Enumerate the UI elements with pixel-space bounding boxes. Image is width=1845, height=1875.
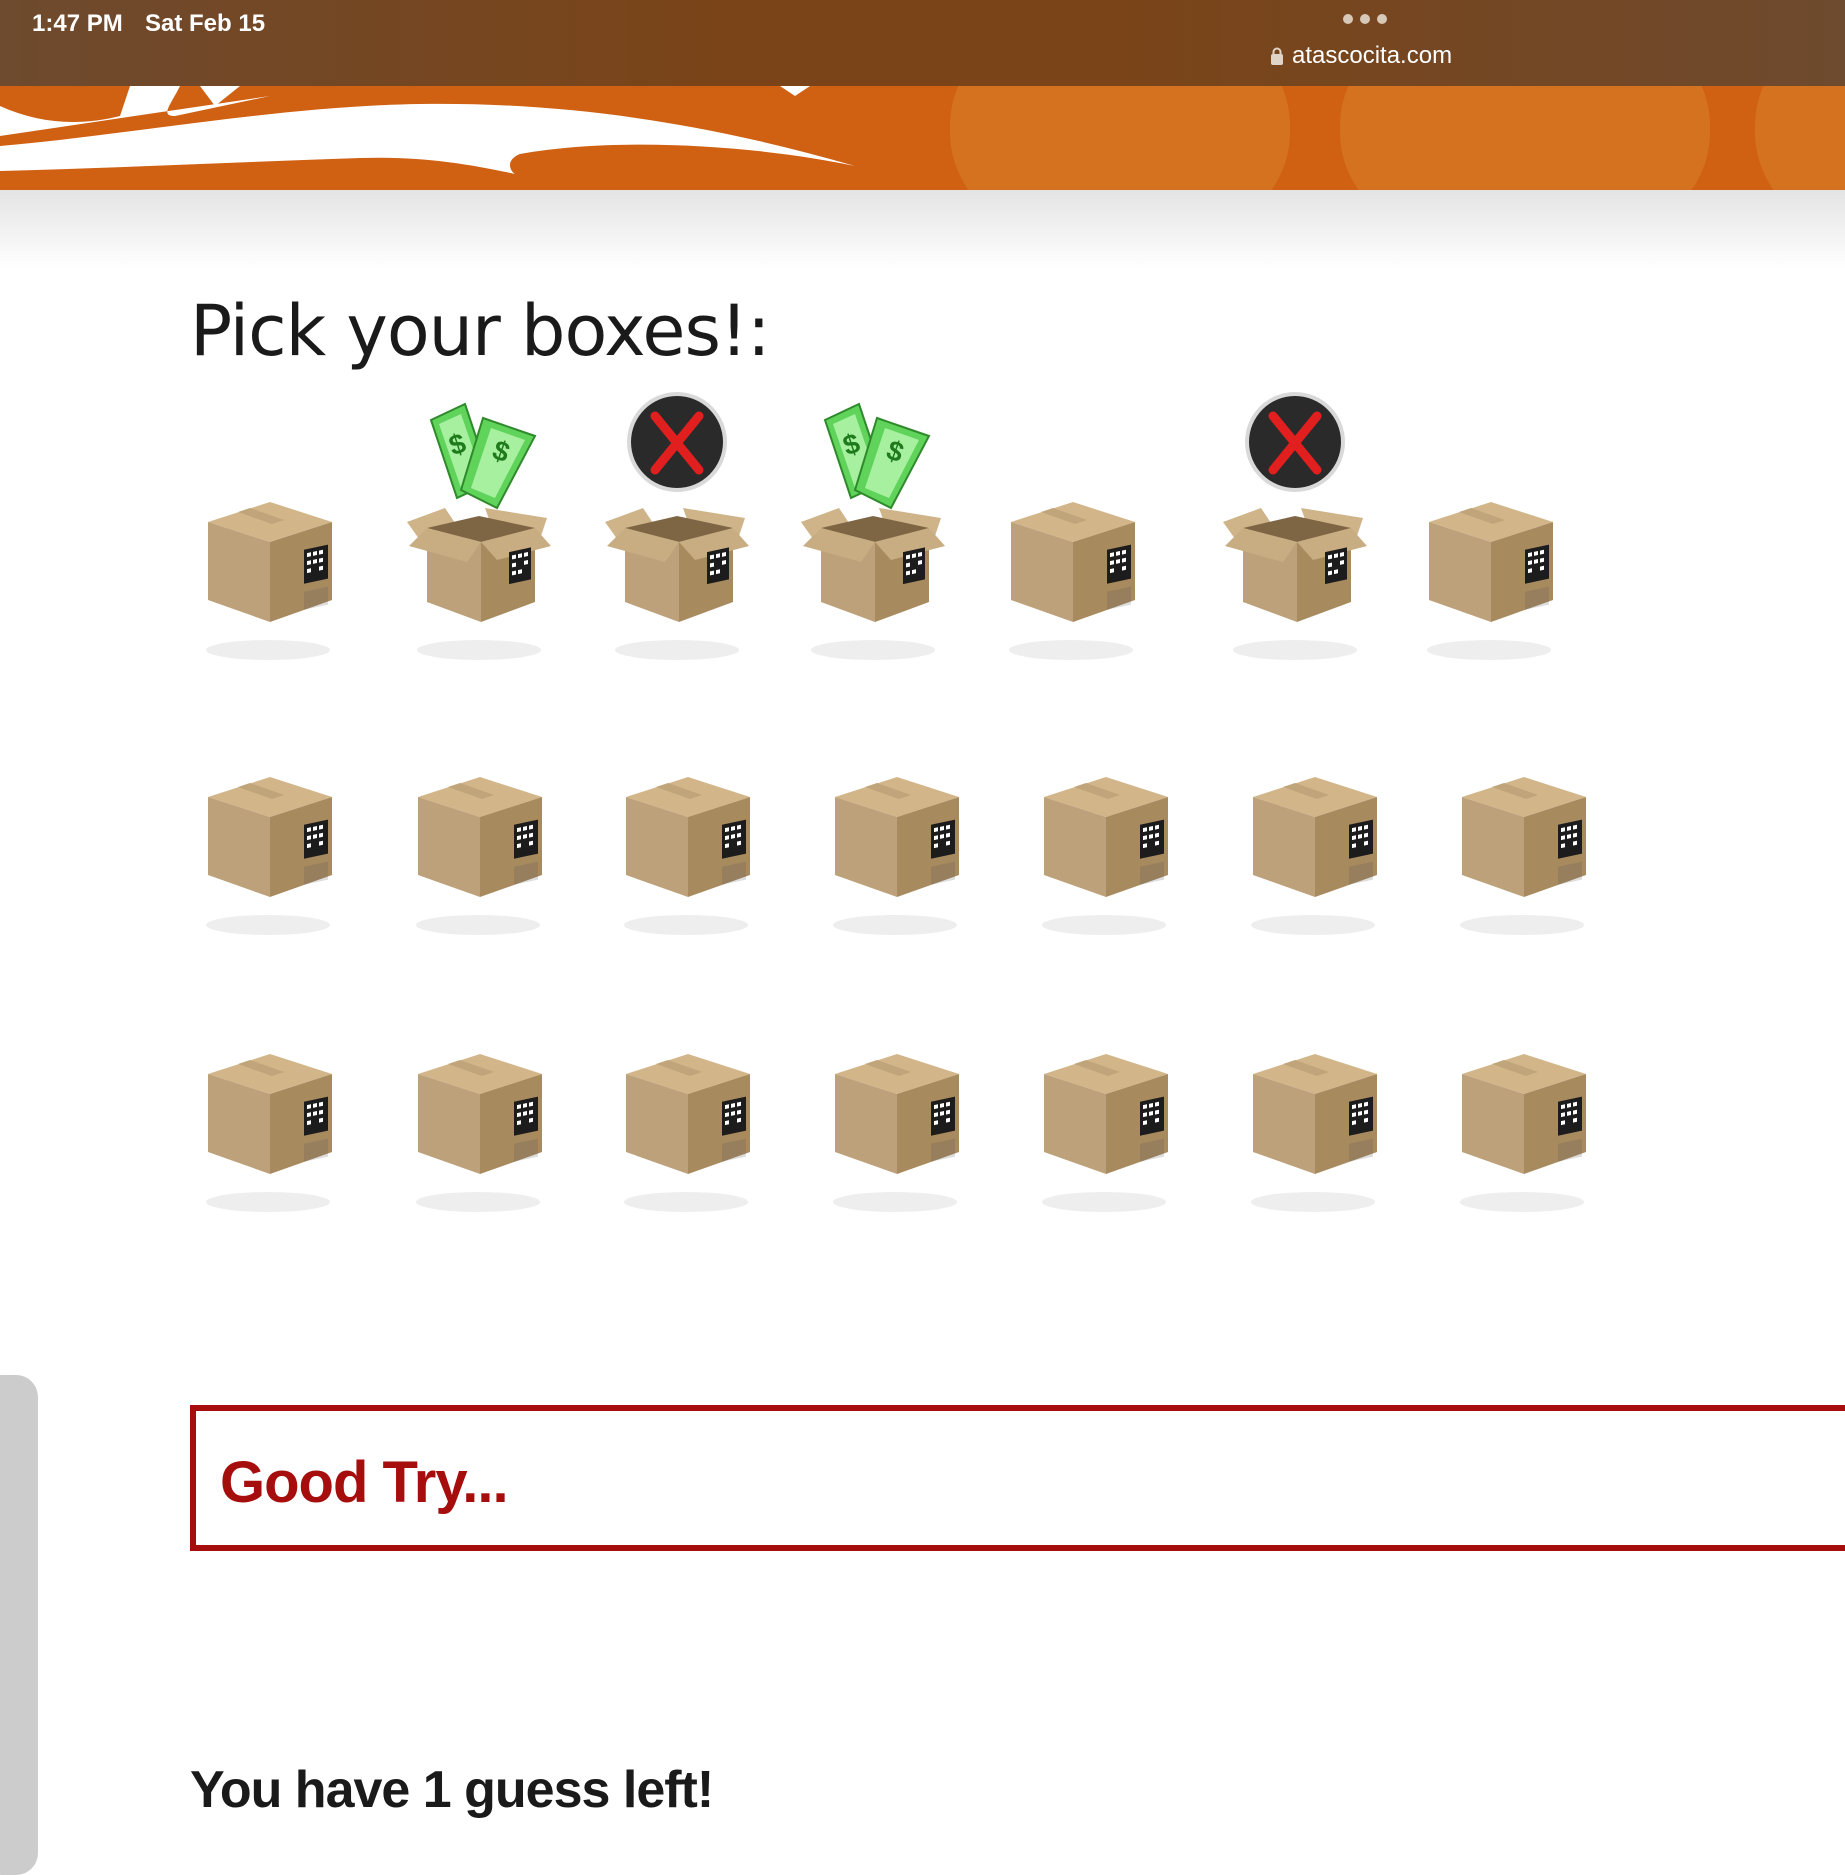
page-heading: Pick your boxes!: (190, 290, 771, 372)
mystery-box-money[interactable]: $ $ (781, 390, 961, 660)
mystery-box-closed[interactable] (1444, 942, 1624, 1212)
mystery-box-closed[interactable] (400, 942, 580, 1212)
mystery-box-closed[interactable] (190, 665, 370, 935)
site-header-banner (0, 86, 1845, 190)
mystery-box-money[interactable]: $ $ (387, 390, 567, 660)
mystery-box-closed[interactable] (1411, 390, 1591, 660)
site-logo[interactable] (0, 86, 900, 190)
status-time: 1:47 PM (32, 10, 123, 37)
address-bar[interactable]: atascocita.com (1270, 42, 1452, 70)
mystery-box-empty[interactable] (585, 390, 765, 660)
mystery-box-closed[interactable] (1026, 665, 1206, 935)
mystery-box-closed[interactable] (190, 390, 370, 660)
header-shadow (0, 190, 1845, 270)
mystery-box-closed[interactable] (1235, 942, 1415, 1212)
side-panel-handle[interactable] (0, 1375, 38, 1875)
nav-pill-2[interactable] (1340, 86, 1710, 190)
more-options-icon[interactable] (1343, 14, 1387, 24)
mystery-box-closed[interactable] (1026, 942, 1206, 1212)
mystery-box-closed[interactable] (1444, 665, 1624, 935)
status-bar: 1:47 PM Sat Feb 15 atascocita.com (0, 0, 1845, 86)
mystery-box-closed[interactable] (608, 942, 788, 1212)
mystery-box-closed[interactable] (817, 665, 997, 935)
mystery-box-closed[interactable] (993, 390, 1173, 660)
nav-pill-3[interactable] (1755, 86, 1845, 190)
result-message: Good Try... (220, 1450, 509, 1515)
mystery-box-empty[interactable] (1203, 390, 1383, 660)
guesses-left-text: You have 1 guess left! (190, 1761, 714, 1819)
status-date: Sat Feb 15 (145, 10, 266, 37)
mystery-box-closed[interactable] (400, 665, 580, 935)
result-message-box: Good Try... (190, 1405, 1845, 1551)
url-text: atascocita.com (1292, 42, 1453, 69)
lock-icon (1271, 47, 1283, 65)
mystery-box-closed[interactable] (817, 942, 997, 1212)
mystery-box-closed[interactable] (190, 942, 370, 1212)
mystery-box-closed[interactable] (608, 665, 788, 935)
mystery-box-closed[interactable] (1235, 665, 1415, 935)
nav-pill-1[interactable] (950, 86, 1290, 190)
